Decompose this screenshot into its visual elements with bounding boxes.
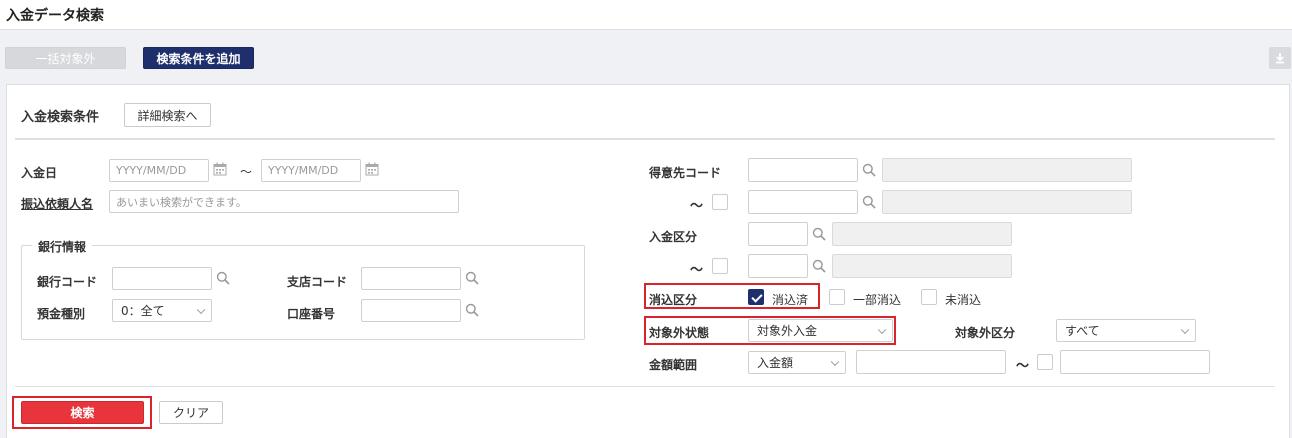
customer-name-to-display — [882, 190, 1132, 214]
chevron-down-icon — [1180, 325, 1190, 334]
calendar-icon[interactable] — [213, 162, 227, 179]
partially-cleared-checkbox[interactable] — [829, 289, 845, 305]
deposit-type-value: 0：全て — [121, 304, 165, 318]
exclusion-type-value: すべて — [1065, 324, 1100, 338]
page-title: 入金データ検索 — [6, 8, 104, 24]
search-icon[interactable] — [862, 163, 876, 180]
customer-name-from-display — [882, 158, 1132, 182]
payment-type-to-input[interactable] — [748, 254, 808, 278]
customer-code-from-input[interactable] — [748, 158, 858, 182]
amount-type-value: 入金額 — [757, 356, 794, 370]
payment-type-label: 入金区分 — [649, 230, 698, 244]
payment-date-label: 入金日 — [21, 166, 58, 180]
chevron-down-icon — [830, 357, 840, 366]
clearing-label: 消込区分 — [649, 293, 698, 307]
payment-type-range-checkbox[interactable] — [712, 258, 728, 274]
payment-date-to-input[interactable]: YYYY/MM/DD — [261, 159, 361, 182]
payment-type-tilde: ～ — [690, 263, 704, 278]
date-range-tilde: ～ — [240, 165, 253, 179]
exclusion-type-label: 対象外区分 — [955, 326, 1016, 340]
bank-code-label: 銀行コード — [37, 275, 98, 289]
amount-range-label: 金額範囲 — [649, 358, 698, 372]
partially-cleared-option-label: 一部消込 — [853, 293, 902, 307]
bank-code-input[interactable] — [112, 267, 212, 290]
section-divider — [15, 138, 1275, 140]
add-condition-button[interactable]: 検索条件を追加 — [143, 47, 254, 69]
transfer-name-label[interactable]: 振込依頼人名 — [21, 195, 93, 212]
payment-type-to-display — [832, 254, 1012, 278]
amount-range-tilde: ～ — [1016, 359, 1030, 374]
branch-code-input[interactable] — [361, 267, 461, 290]
clear-button[interactable]: クリア — [159, 401, 223, 424]
calendar-icon[interactable] — [365, 162, 379, 179]
exclusion-type-select[interactable]: すべて — [1056, 319, 1196, 342]
exclusion-status-label: 対象外状態 — [649, 326, 710, 340]
search-icon[interactable] — [812, 259, 826, 276]
title-bar — [0, 0, 1292, 30]
account-number-input[interactable] — [361, 299, 461, 322]
bank-info-legend: 銀行情報 — [32, 238, 93, 255]
search-icon[interactable] — [465, 303, 479, 320]
amount-from-input[interactable] — [856, 350, 1006, 374]
uncleared-option-label: 未消込 — [945, 293, 982, 307]
amount-to-input[interactable] — [1060, 350, 1210, 374]
search-icon[interactable] — [465, 271, 479, 288]
download-icon — [1276, 53, 1284, 64]
actions-divider — [15, 386, 1275, 387]
search-icon[interactable] — [862, 195, 876, 212]
branch-code-label: 支店コード — [287, 275, 348, 289]
deposit-type-select[interactable]: 0：全て — [112, 299, 212, 322]
customer-code-tilde: ～ — [690, 199, 704, 214]
chevron-down-icon — [196, 305, 206, 314]
amount-type-select[interactable]: 入金額 — [748, 351, 846, 374]
chevron-down-icon — [877, 325, 887, 334]
customer-code-label: 得意先コード — [649, 166, 722, 180]
exclude-all-button[interactable]: 一括対象外 — [5, 47, 126, 69]
download-button[interactable] — [1269, 47, 1291, 69]
account-number-label: 口座番号 — [287, 307, 336, 321]
customer-code-range-checkbox[interactable] — [712, 194, 728, 210]
search-icon[interactable] — [812, 227, 826, 244]
search-button[interactable]: 検索 — [21, 401, 144, 424]
transfer-name-input[interactable]: あいまい検索ができます。 — [109, 190, 459, 213]
detail-search-button[interactable]: 詳細検索へ — [124, 103, 211, 127]
cleared-checkbox[interactable] — [748, 289, 764, 305]
exclusion-status-select[interactable]: 対象外入金 — [748, 319, 893, 342]
cleared-option-label: 消込済 — [772, 293, 809, 307]
search-icon[interactable] — [216, 271, 230, 288]
panel-heading: 入金検索条件 — [21, 110, 100, 125]
payment-type-from-display — [832, 222, 1012, 246]
deposit-type-label: 預金種別 — [37, 307, 86, 321]
customer-code-to-input[interactable] — [748, 190, 858, 214]
uncleared-checkbox[interactable] — [921, 289, 937, 305]
amount-range-checkbox[interactable] — [1037, 354, 1053, 370]
payment-date-from-input[interactable]: YYYY/MM/DD — [109, 159, 209, 182]
bank-info-fieldset — [21, 245, 585, 340]
exclusion-status-value: 対象外入金 — [757, 324, 818, 338]
payment-type-from-input[interactable] — [748, 222, 808, 246]
